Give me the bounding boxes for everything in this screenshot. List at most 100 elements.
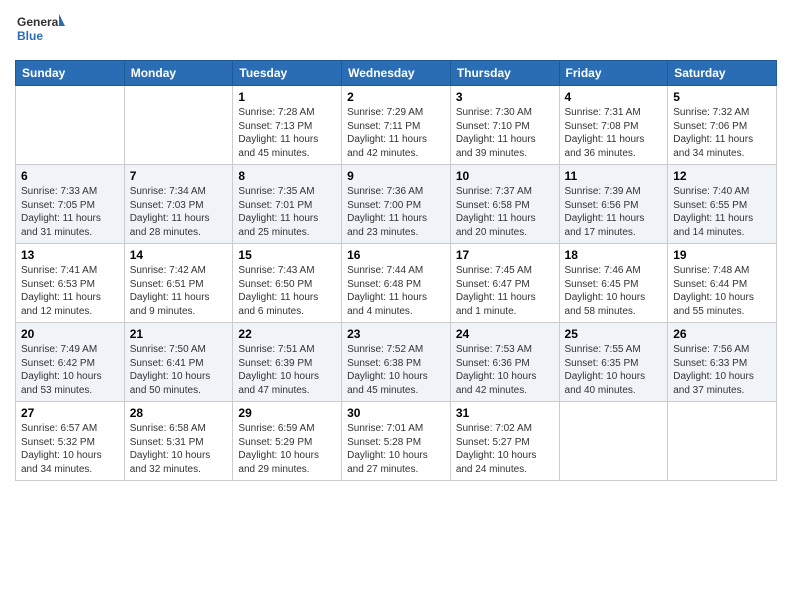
- logo: General Blue: [15, 10, 65, 52]
- col-header-friday: Friday: [559, 61, 668, 86]
- cell-content: Sunrise: 7:40 AMSunset: 6:55 PMDaylight:…: [673, 185, 771, 239]
- col-header-tuesday: Tuesday: [233, 61, 342, 86]
- day-number: 23: [347, 327, 445, 341]
- cell-content: Sunrise: 7:44 AMSunset: 6:48 PMDaylight:…: [347, 264, 445, 318]
- cell-content: Sunrise: 7:50 AMSunset: 6:41 PMDaylight:…: [130, 343, 228, 397]
- week-row-4: 20 Sunrise: 7:49 AMSunset: 6:42 PMDayligh…: [16, 323, 777, 402]
- cell-content: Sunrise: 7:01 AMSunset: 5:28 PMDaylight:…: [347, 422, 445, 476]
- cell-content: Sunrise: 7:30 AMSunset: 7:10 PMDaylight:…: [456, 106, 554, 160]
- calendar-cell: 18 Sunrise: 7:46 AMSunset: 6:45 PMDayligh…: [559, 244, 668, 323]
- cell-content: Sunrise: 7:43 AMSunset: 6:50 PMDaylight:…: [238, 264, 336, 318]
- cell-content: Sunrise: 7:56 AMSunset: 6:33 PMDaylight:…: [673, 343, 771, 397]
- calendar-cell: 21 Sunrise: 7:50 AMSunset: 6:41 PMDayligh…: [124, 323, 233, 402]
- calendar-cell: 28 Sunrise: 6:58 AMSunset: 5:31 PMDayligh…: [124, 402, 233, 481]
- day-number: 18: [565, 248, 663, 262]
- cell-content: Sunrise: 7:48 AMSunset: 6:44 PMDaylight:…: [673, 264, 771, 318]
- cell-content: Sunrise: 7:29 AMSunset: 7:11 PMDaylight:…: [347, 106, 445, 160]
- calendar-cell: [16, 86, 125, 165]
- day-number: 26: [673, 327, 771, 341]
- calendar-cell: 15 Sunrise: 7:43 AMSunset: 6:50 PMDayligh…: [233, 244, 342, 323]
- calendar-cell: [124, 86, 233, 165]
- calendar-cell: [559, 402, 668, 481]
- day-number: 13: [21, 248, 119, 262]
- day-number: 1: [238, 90, 336, 104]
- day-number: 16: [347, 248, 445, 262]
- calendar-cell: 10 Sunrise: 7:37 AMSunset: 6:58 PMDayligh…: [450, 165, 559, 244]
- day-number: 17: [456, 248, 554, 262]
- cell-content: Sunrise: 6:58 AMSunset: 5:31 PMDaylight:…: [130, 422, 228, 476]
- cell-content: Sunrise: 7:28 AMSunset: 7:13 PMDaylight:…: [238, 106, 336, 160]
- day-number: 8: [238, 169, 336, 183]
- cell-content: Sunrise: 7:41 AMSunset: 6:53 PMDaylight:…: [21, 264, 119, 318]
- calendar-cell: 31Sunrise: 7:02 AMSunset: 5:27 PMDayligh…: [450, 402, 559, 481]
- calendar-cell: 8 Sunrise: 7:35 AMSunset: 7:01 PMDaylight…: [233, 165, 342, 244]
- cell-content: Sunrise: 7:37 AMSunset: 6:58 PMDaylight:…: [456, 185, 554, 239]
- cell-content: Sunrise: 7:32 AMSunset: 7:06 PMDaylight:…: [673, 106, 771, 160]
- calendar-cell: 22Sunrise: 7:51 AMSunset: 6:39 PMDayligh…: [233, 323, 342, 402]
- calendar-cell: 13 Sunrise: 7:41 AMSunset: 6:53 PMDayligh…: [16, 244, 125, 323]
- day-number: 24: [456, 327, 554, 341]
- calendar-cell: 1 Sunrise: 7:28 AMSunset: 7:13 PMDaylight…: [233, 86, 342, 165]
- calendar-cell: 5 Sunrise: 7:32 AMSunset: 7:06 PMDaylight…: [668, 86, 777, 165]
- calendar-cell: 30 Sunrise: 7:01 AMSunset: 5:28 PMDayligh…: [342, 402, 451, 481]
- day-number: 28: [130, 406, 228, 420]
- day-number: 14: [130, 248, 228, 262]
- day-number: 29: [238, 406, 336, 420]
- calendar-table: SundayMondayTuesdayWednesdayThursdayFrid…: [15, 60, 777, 481]
- week-row-1: 1 Sunrise: 7:28 AMSunset: 7:13 PMDaylight…: [16, 86, 777, 165]
- col-header-wednesday: Wednesday: [342, 61, 451, 86]
- day-number: 6: [21, 169, 119, 183]
- page-header: General Blue: [15, 10, 777, 52]
- day-number: 5: [673, 90, 771, 104]
- cell-content: Sunrise: 6:59 AMSunset: 5:29 PMDaylight:…: [238, 422, 336, 476]
- day-number: 25: [565, 327, 663, 341]
- calendar-cell: 2 Sunrise: 7:29 AMSunset: 7:11 PMDaylight…: [342, 86, 451, 165]
- cell-content: Sunrise: 7:36 AMSunset: 7:00 PMDaylight:…: [347, 185, 445, 239]
- cell-content: Sunrise: 7:34 AMSunset: 7:03 PMDaylight:…: [130, 185, 228, 239]
- day-number: 27: [21, 406, 119, 420]
- day-number: 2: [347, 90, 445, 104]
- day-number: 9: [347, 169, 445, 183]
- calendar-cell: 11 Sunrise: 7:39 AMSunset: 6:56 PMDayligh…: [559, 165, 668, 244]
- svg-text:General: General: [17, 15, 62, 29]
- cell-content: Sunrise: 7:46 AMSunset: 6:45 PMDaylight:…: [565, 264, 663, 318]
- cell-content: Sunrise: 7:51 AMSunset: 6:39 PMDaylight:…: [238, 343, 336, 397]
- cell-content: Sunrise: 6:57 AMSunset: 5:32 PMDaylight:…: [21, 422, 119, 476]
- calendar-cell: 29 Sunrise: 6:59 AMSunset: 5:29 PMDayligh…: [233, 402, 342, 481]
- calendar-cell: 12 Sunrise: 7:40 AMSunset: 6:55 PMDayligh…: [668, 165, 777, 244]
- calendar-cell: 23 Sunrise: 7:52 AMSunset: 6:38 PMDayligh…: [342, 323, 451, 402]
- cell-content: Sunrise: 7:45 AMSunset: 6:47 PMDaylight:…: [456, 264, 554, 318]
- cell-content: Sunrise: 7:55 AMSunset: 6:35 PMDaylight:…: [565, 343, 663, 397]
- cell-content: Sunrise: 7:52 AMSunset: 6:38 PMDaylight:…: [347, 343, 445, 397]
- svg-text:Blue: Blue: [17, 29, 43, 43]
- day-number: 21: [130, 327, 228, 341]
- week-row-5: 27 Sunrise: 6:57 AMSunset: 5:32 PMDayligh…: [16, 402, 777, 481]
- calendar-cell: 7 Sunrise: 7:34 AMSunset: 7:03 PMDaylight…: [124, 165, 233, 244]
- cell-content: Sunrise: 7:49 AMSunset: 6:42 PMDaylight:…: [21, 343, 119, 397]
- day-number: 20: [21, 327, 119, 341]
- day-number: 15: [238, 248, 336, 262]
- col-header-thursday: Thursday: [450, 61, 559, 86]
- col-header-sunday: Sunday: [16, 61, 125, 86]
- calendar-cell: 24 Sunrise: 7:53 AMSunset: 6:36 PMDayligh…: [450, 323, 559, 402]
- day-number: 11: [565, 169, 663, 183]
- calendar-cell: 17 Sunrise: 7:45 AMSunset: 6:47 PMDayligh…: [450, 244, 559, 323]
- day-number: 31: [456, 406, 554, 420]
- day-number: 30: [347, 406, 445, 420]
- calendar-cell: 4Sunrise: 7:31 AMSunset: 7:08 PMDaylight…: [559, 86, 668, 165]
- calendar-header-row: SundayMondayTuesdayWednesdayThursdayFrid…: [16, 61, 777, 86]
- calendar-cell: 20 Sunrise: 7:49 AMSunset: 6:42 PMDayligh…: [16, 323, 125, 402]
- week-row-2: 6Sunrise: 7:33 AMSunset: 7:05 PMDaylight…: [16, 165, 777, 244]
- calendar-cell: 6Sunrise: 7:33 AMSunset: 7:05 PMDaylight…: [16, 165, 125, 244]
- cell-content: Sunrise: 7:53 AMSunset: 6:36 PMDaylight:…: [456, 343, 554, 397]
- day-number: 7: [130, 169, 228, 183]
- calendar-cell: 26 Sunrise: 7:56 AMSunset: 6:33 PMDayligh…: [668, 323, 777, 402]
- logo-svg: General Blue: [15, 10, 65, 52]
- cell-content: Sunrise: 7:39 AMSunset: 6:56 PMDaylight:…: [565, 185, 663, 239]
- day-number: 12: [673, 169, 771, 183]
- calendar-cell: 9 Sunrise: 7:36 AMSunset: 7:00 PMDaylight…: [342, 165, 451, 244]
- day-number: 10: [456, 169, 554, 183]
- calendar-cell: 3 Sunrise: 7:30 AMSunset: 7:10 PMDaylight…: [450, 86, 559, 165]
- cell-content: Sunrise: 7:35 AMSunset: 7:01 PMDaylight:…: [238, 185, 336, 239]
- day-number: 3: [456, 90, 554, 104]
